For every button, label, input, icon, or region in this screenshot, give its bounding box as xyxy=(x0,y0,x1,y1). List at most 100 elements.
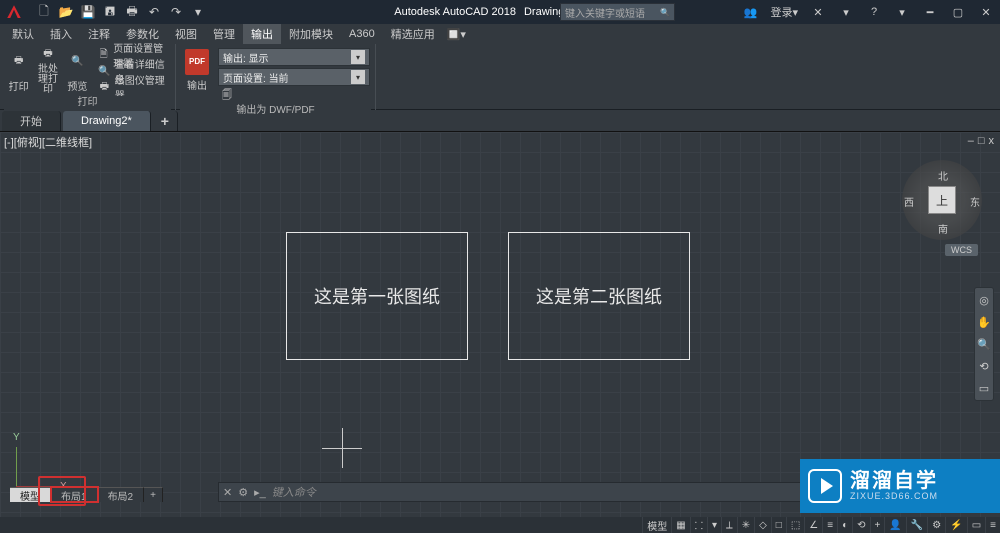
ribbon-tab-default[interactable]: 默认 xyxy=(4,24,42,44)
stayconnected-icon[interactable]: ▾ xyxy=(832,0,860,24)
ribbon-tab-featured[interactable]: 精选应用 xyxy=(383,24,443,44)
export-button[interactable]: PDF 输出 xyxy=(180,46,214,94)
app-logo[interactable] xyxy=(0,0,28,24)
file-tab-new[interactable]: + xyxy=(153,111,178,131)
status-aunits-icon[interactable]: 🔧 xyxy=(906,517,927,533)
view-cube[interactable]: 上 北 南 东 西 xyxy=(902,160,982,240)
status-snap-icon[interactable]: ⸬ xyxy=(690,517,707,533)
tab-add-layout[interactable]: + xyxy=(144,487,163,502)
qat-redo-icon[interactable]: ↷ xyxy=(168,4,184,20)
qat-new-icon[interactable]: 🗋 xyxy=(36,4,52,20)
pageset-dropdown[interactable]: 页面设置: 当前 ▾ xyxy=(218,68,370,86)
nav-zoom-icon[interactable]: 🔍 xyxy=(976,336,992,352)
status-hwaccel-icon[interactable]: ⚡ xyxy=(945,517,966,533)
help-icon[interactable]: ? xyxy=(860,0,888,24)
ribbon-tab-addins[interactable]: 附加模块 xyxy=(281,24,341,44)
nav-orbit-icon[interactable]: ⟲ xyxy=(976,358,992,374)
login-button[interactable]: 登录 ▾ xyxy=(764,0,804,24)
viewcube-west[interactable]: 西 xyxy=(904,194,914,209)
status-annomonitor-icon[interactable]: + xyxy=(870,517,885,533)
batch-print-button[interactable]: 🖶 批处理打印 xyxy=(33,46,62,94)
wcs-badge[interactable]: WCS xyxy=(945,244,978,256)
plotter-manager-button[interactable]: 🖶绘图仪管理器 xyxy=(96,79,171,95)
navigation-bar: ◎ ✋ 🔍 ⟲ ▭ xyxy=(974,287,994,401)
viewcube-face-top[interactable]: 上 xyxy=(928,186,956,214)
window-maximize-button[interactable]: ▢ xyxy=(944,0,972,24)
nav-pan-icon[interactable]: ✋ xyxy=(976,314,992,330)
status-customize-icon[interactable]: ≡ xyxy=(985,517,1000,533)
window-close-button[interactable]: ✕ xyxy=(972,0,1000,24)
tab-layout2[interactable]: 布局2 xyxy=(98,487,145,502)
ribbon-tab-view[interactable]: 视图 xyxy=(167,24,205,44)
viewcube-south[interactable]: 南 xyxy=(938,221,948,236)
status-otrack-icon[interactable]: ∠ xyxy=(804,517,822,533)
help-dropdown-icon[interactable]: ▾ xyxy=(888,0,916,24)
viewcube-north[interactable]: 北 xyxy=(938,168,948,183)
cmd-customize-icon[interactable]: ⚙ xyxy=(238,486,248,499)
status-3dosnap-icon[interactable]: ⬚ xyxy=(786,517,804,533)
tab-model[interactable]: 模型 xyxy=(10,487,51,502)
title-bar: 🗋 📂 💾 🖪 🖶 ↶ ↷ ▾ Autodesk AutoCAD 2018 Dr… xyxy=(0,0,1000,24)
viewcube-east[interactable]: 东 xyxy=(970,194,980,209)
nav-showmotion-icon[interactable]: ▭ xyxy=(976,380,992,396)
infocenter-icon[interactable]: 👥 xyxy=(736,0,764,24)
ribbon-tab-expand[interactable]: 🔲▾ xyxy=(443,26,470,43)
qat-dropdown-icon[interactable]: ▾ xyxy=(190,4,206,20)
qat-open-icon[interactable]: 📂 xyxy=(58,4,74,20)
ribbon-tab-manage[interactable]: 管理 xyxy=(205,24,243,44)
search-input[interactable]: 键入关键字或短语 🔍 xyxy=(560,3,675,21)
file-tab-start[interactable]: 开始 xyxy=(2,111,61,131)
status-ortho-icon[interactable]: ⟂ xyxy=(721,517,737,533)
batch-print-icon: 🖶 xyxy=(34,46,62,63)
qat-saveas-icon[interactable]: 🖪 xyxy=(102,4,118,20)
status-lweight-icon[interactable]: ≡ xyxy=(822,517,837,533)
nav-wheel-icon[interactable]: ◎ xyxy=(976,292,992,308)
status-polar-icon[interactable]: ✳ xyxy=(737,517,754,533)
titlebar-right: 👥 登录 ▾ ✕ ▾ ? ▾ ━ ▢ ✕ xyxy=(736,0,1000,24)
ribbon-panel-print: 🖶 打印 🖶 批处理打印 🔍 预览 🗎页面设置管理器 🔍查看详细信息 🖶绘图仪管… xyxy=(0,44,176,110)
qat-save-icon[interactable]: 💾 xyxy=(80,4,96,20)
chevron-down-icon: ▾ xyxy=(351,50,365,64)
vp-maximize-button[interactable]: □ xyxy=(978,135,985,147)
status-bar: 模型 ▦ ⸬ ▾ ⟂ ✳ ◇ □ ⬚ ∠ ≡ ◐ ⟲ + 👤 🔧 ⚙ ⚡ ▭ ≡ xyxy=(0,517,1000,533)
status-osnap-icon[interactable]: □ xyxy=(771,517,786,533)
cmd-recent-icon[interactable]: ▸_ xyxy=(254,486,266,499)
status-cycling-icon[interactable]: ⟲ xyxy=(852,517,869,533)
chevron-down-icon: ▾ xyxy=(351,70,365,84)
status-cleanscreen-icon[interactable]: ▭ xyxy=(967,517,985,533)
print-label: 打印 xyxy=(9,78,29,93)
exchange-icon[interactable]: ✕ xyxy=(804,0,832,24)
plus-icon: + xyxy=(161,113,169,129)
vp-minimize-button[interactable]: – xyxy=(968,135,974,147)
status-infer-icon[interactable]: ▾ xyxy=(707,517,721,533)
status-annoscale-icon[interactable]: 👤 xyxy=(884,517,905,533)
search-go-icon[interactable]: 🔍 xyxy=(660,8,670,17)
model-layout-tabs: 模型 布局1 布局2 + xyxy=(10,486,163,502)
search-placeholder: 键入关键字或短语 xyxy=(565,5,645,20)
print-button[interactable]: 🖶 打印 xyxy=(4,46,33,94)
app-name: Autodesk AutoCAD 2018 xyxy=(394,6,516,18)
watermark: 溜溜自学 ZIXUE.3D66.COM xyxy=(800,459,1000,513)
qat-undo-icon[interactable]: ↶ xyxy=(146,4,162,20)
tab-layout1[interactable]: 布局1 xyxy=(51,487,98,502)
ribbon-tab-a360[interactable]: A360 xyxy=(341,26,383,42)
file-tab-drawing[interactable]: Drawing2* xyxy=(63,111,151,131)
status-iso-icon[interactable]: ◇ xyxy=(754,517,771,533)
pdf-icon: PDF xyxy=(185,49,209,75)
status-grid-icon[interactable]: ▦ xyxy=(671,517,689,533)
cmd-close-icon[interactable]: ✕ xyxy=(223,486,232,499)
batch-print-label: 批处理打印 xyxy=(33,65,62,95)
output-dropdown[interactable]: 输出: 显示 ▾ xyxy=(218,48,370,66)
vp-close-button[interactable]: x xyxy=(989,135,995,147)
rect1-text: 这是第一张图纸 xyxy=(314,283,440,309)
preview-button[interactable]: 🔍 预览 xyxy=(63,46,92,94)
status-workspace-icon[interactable]: ⚙ xyxy=(927,517,945,533)
window-minimize-button[interactable]: ━ xyxy=(916,0,944,24)
ribbon-tab-insert[interactable]: 插入 xyxy=(42,24,80,44)
ribbon-tab-output[interactable]: 输出 xyxy=(243,24,281,44)
export-options-button[interactable]: 🗐 xyxy=(218,88,370,104)
status-model-button[interactable]: 模型 xyxy=(642,517,671,533)
status-transparency-icon[interactable]: ◐ xyxy=(837,517,852,533)
viewport-label[interactable]: [-][俯视][二维线框] xyxy=(4,134,92,150)
qat-print-icon[interactable]: 🖶 xyxy=(124,4,140,20)
